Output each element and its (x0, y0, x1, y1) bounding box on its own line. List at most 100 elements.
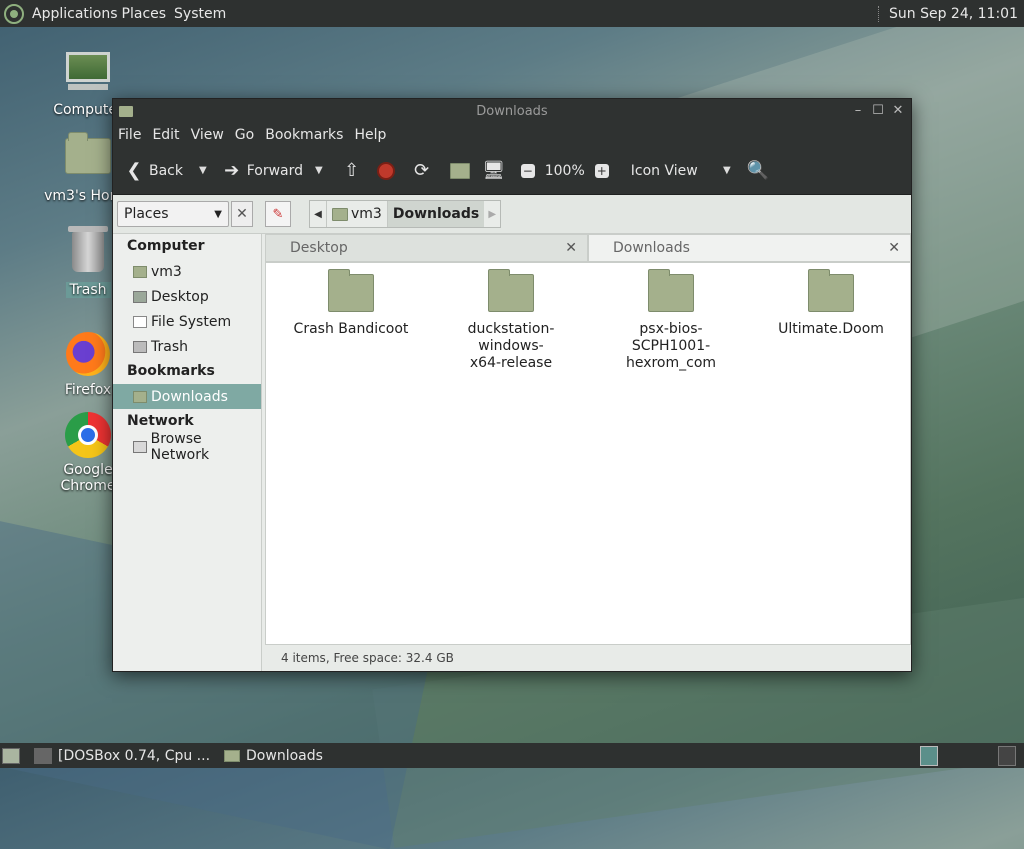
maximize-button[interactable]: ☐ (871, 104, 885, 118)
desktop-folder-icon (133, 290, 147, 303)
clock[interactable]: Sun Sep 24, 11:01 (889, 6, 1018, 22)
home-folder-icon (64, 132, 112, 186)
status-bar: 4 items, Free space: 32.4 GB (265, 647, 911, 669)
sidebar-item-label: Desktop (151, 288, 209, 305)
breadcrumb-left-icon[interactable]: ◀ (310, 209, 326, 220)
toolbar: ❮ Back ▼ ➔ Forward ▼ ⇧ ⟳ 🖥 − 100% + Icon… (113, 147, 911, 195)
chevron-down-icon: ▼ (214, 208, 222, 220)
workspace-1[interactable] (920, 745, 938, 766)
trash-icon (133, 340, 147, 353)
close-tab-icon[interactable]: ✕ (888, 240, 900, 256)
applications-menu[interactable]: Applications (32, 6, 118, 22)
zoom-out-button[interactable]: − (520, 163, 535, 178)
folder-icon (133, 390, 147, 403)
back-history-dropdown-icon[interactable]: ▼ (199, 165, 207, 176)
back-button[interactable]: ❮ Back ▼ (123, 160, 207, 182)
menu-help[interactable]: Help (349, 127, 392, 143)
stop-button[interactable] (376, 161, 395, 180)
back-label: Back (149, 162, 183, 179)
home-folder-icon (133, 265, 147, 278)
drive-icon (133, 315, 147, 328)
sidebar-item-browse-network[interactable]: Browse Network (113, 431, 261, 463)
location-bar: Places ▼ ✕ ✎ ◀ vm3 Downloads ▶ (113, 195, 911, 234)
zoom-in-icon: + (594, 163, 609, 178)
file-item-duckstation[interactable]: duckstation-windows- x64-release (441, 263, 581, 372)
places-select[interactable]: Places ▼ (117, 201, 229, 227)
file-item-ultimate-doom[interactable]: Ultimate.Doom (761, 263, 901, 338)
file-item-psx-bios[interactable]: psx-bios-SCPH1001- hexrom_com (601, 263, 741, 372)
home-button[interactable] (449, 160, 471, 182)
folder-icon (808, 269, 854, 312)
arrow-left-icon: ❮ (126, 160, 142, 181)
breadcrumb: ◀ vm3 Downloads ▶ (309, 200, 502, 228)
places-menu[interactable]: Places (122, 6, 167, 22)
computer-button[interactable]: 🖥 (482, 160, 505, 182)
dosbox-icon (34, 747, 52, 764)
reload-button[interactable]: ⟳ (411, 160, 433, 182)
file-name: psx-bios-SCPH1001- (631, 321, 711, 354)
up-button[interactable]: ⇧ (341, 160, 363, 182)
tab-desktop[interactable]: Desktop ✕ (265, 234, 588, 262)
chrome-icon (64, 412, 112, 460)
sidebar-item-vm3[interactable]: vm3 (113, 259, 261, 284)
breadcrumb-label: Downloads (392, 206, 480, 222)
view-mode-select[interactable]: Icon View ▼ (631, 163, 731, 179)
arrow-right-icon: ➔ (224, 160, 240, 181)
file-view[interactable]: Crash Bandicoot duckstation-windows- x64… (265, 262, 911, 645)
toggle-location-entry-button[interactable]: ✎ (265, 201, 291, 227)
menu-view[interactable]: View (186, 127, 230, 143)
taskbar-item-dosbox[interactable]: [DOSBox 0.74, Cpu ... (34, 747, 210, 764)
breadcrumb-label: vm3 (351, 206, 382, 222)
close-tab-icon[interactable]: ✕ (565, 240, 577, 256)
desktop-icon-label: Trash (65, 282, 111, 298)
tab-label: Downloads (613, 240, 690, 256)
minimize-button[interactable]: – (851, 104, 865, 118)
forward-button[interactable]: ➔ Forward ▼ (221, 160, 323, 182)
window-titlebar[interactable]: Downloads – ☐ ✕ (113, 99, 911, 123)
menu-file[interactable]: File (113, 127, 147, 143)
sidebar-item-label: File System (151, 313, 232, 330)
breadcrumb-item-vm3[interactable]: vm3 (326, 201, 387, 227)
tab-label: Desktop (290, 240, 348, 256)
home-folder-icon (449, 160, 471, 182)
forward-history-dropdown-icon[interactable]: ▼ (315, 165, 323, 176)
sidebar-item-trash[interactable]: Trash (113, 334, 261, 359)
sidebar-item-label: Trash (151, 338, 188, 355)
panel-separator (878, 5, 881, 22)
computer-icon (64, 52, 112, 100)
workspace-2[interactable] (998, 745, 1016, 766)
zoom-level[interactable]: 100% (545, 163, 585, 179)
sidebar-item-file-system[interactable]: File System (113, 309, 261, 334)
distro-logo-icon[interactable] (4, 3, 24, 24)
zoom-in-button[interactable]: + (594, 163, 609, 178)
home-folder-icon (332, 207, 348, 221)
folder-icon (328, 269, 374, 312)
breadcrumb-right-icon[interactable]: ▶ (484, 209, 500, 220)
view-mode-label: Icon View (630, 162, 698, 179)
taskbar-item-downloads[interactable]: Downloads (224, 748, 323, 764)
menu-edit[interactable]: Edit (147, 127, 185, 143)
search-button[interactable]: 🔍 (747, 160, 769, 182)
zoom-out-icon: − (520, 163, 535, 178)
close-sidebar-button[interactable]: ✕ (231, 201, 253, 227)
status-text: 4 items, Free space: 32.4 GB (281, 651, 454, 665)
sidebar-item-downloads[interactable]: Downloads (113, 384, 261, 409)
menu-go[interactable]: Go (230, 127, 260, 143)
file-name-line2: hexrom_com (625, 355, 717, 371)
sidebar-item-label: Downloads (151, 388, 228, 405)
sidebar-heading-bookmarks: Bookmarks (127, 363, 215, 379)
taskbar-item-label: Downloads (246, 747, 323, 764)
tab-downloads[interactable]: Downloads ✕ (588, 234, 911, 262)
file-item-crash-bandicoot[interactable]: Crash Bandicoot (281, 263, 421, 338)
arrow-up-icon: ⇧ (344, 160, 360, 181)
desktop-icon-label: Firefox (64, 382, 112, 398)
show-desktop-button[interactable] (2, 747, 20, 764)
menu-bookmarks[interactable]: Bookmarks (260, 127, 349, 143)
system-menu[interactable]: System (174, 6, 226, 22)
file-manager-window: Downloads – ☐ ✕ File Edit View Go Bookma… (112, 98, 912, 672)
sidebar-item-label: Browse Network (150, 430, 210, 463)
breadcrumb-item-downloads[interactable]: Downloads (386, 201, 485, 227)
close-button[interactable]: ✕ (891, 104, 905, 118)
menu-bar: File Edit View Go Bookmarks Help (113, 123, 911, 147)
sidebar-item-desktop[interactable]: Desktop (113, 284, 261, 309)
